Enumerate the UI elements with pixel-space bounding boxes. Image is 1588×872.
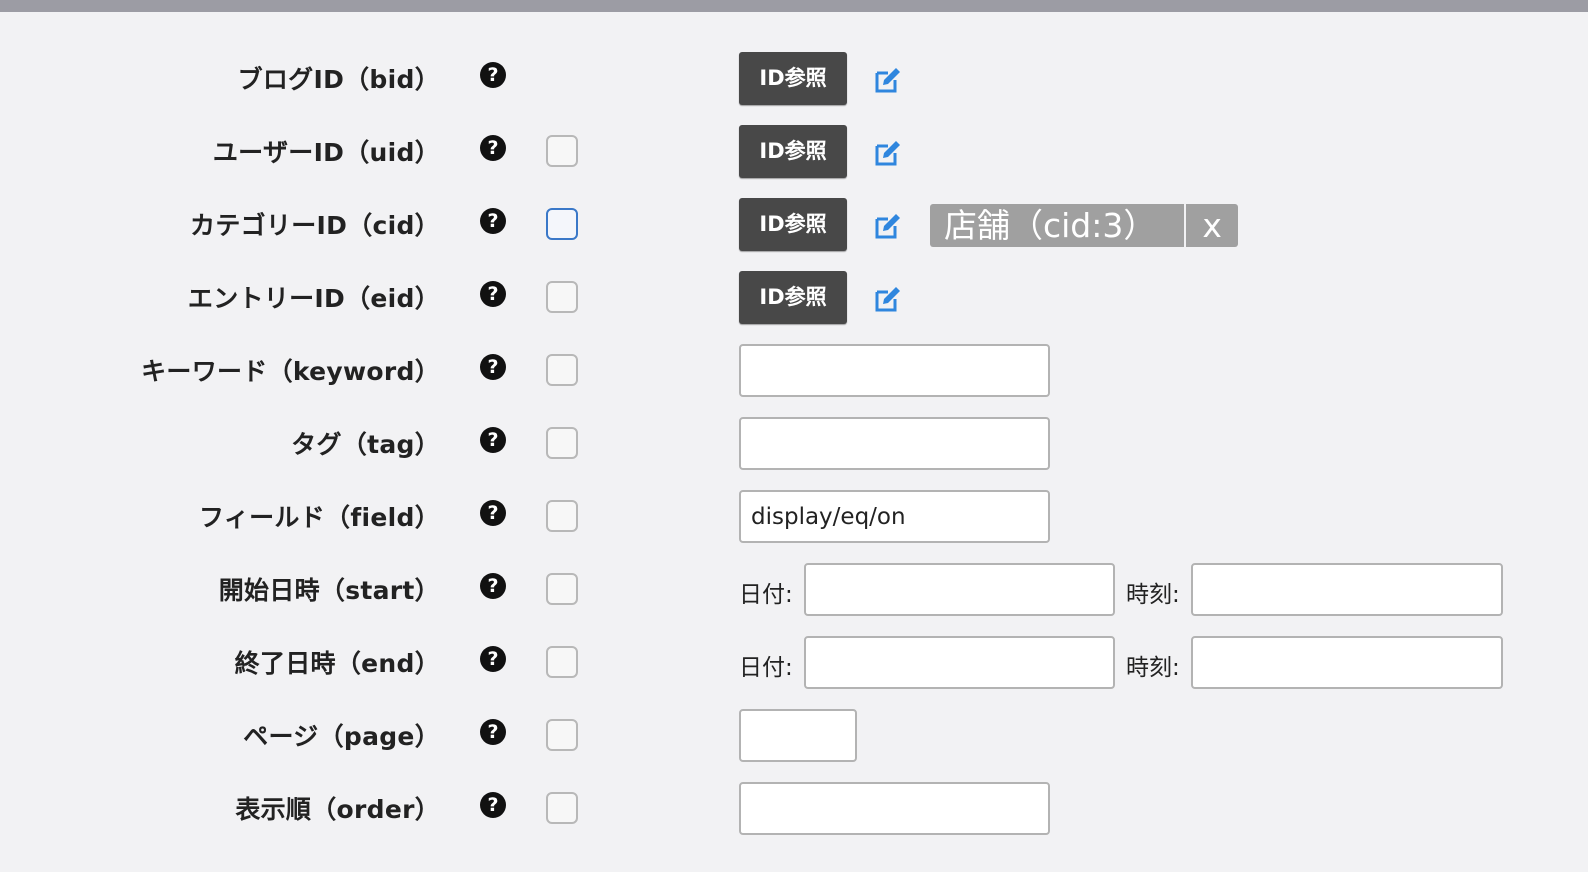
question-circle-icon[interactable]: ? bbox=[480, 646, 506, 672]
order-input[interactable] bbox=[739, 782, 1050, 835]
start-time-label: 時刻: bbox=[1126, 582, 1180, 608]
row-cid: カテゴリーID（cid） ? ID参照 店舗（cid:3） x bbox=[0, 198, 1588, 258]
remove-tag-button[interactable]: x bbox=[1184, 204, 1238, 247]
end-time-input[interactable] bbox=[1191, 636, 1503, 689]
field-label-cid: カテゴリーID（cid） bbox=[190, 211, 440, 240]
edit-pencil-icon[interactable] bbox=[874, 212, 902, 240]
keyword-input[interactable] bbox=[739, 344, 1050, 397]
row-tag: タグ（tag） ? bbox=[0, 417, 1588, 477]
field-label-page: ページ（page） bbox=[243, 722, 440, 751]
field-input[interactable] bbox=[739, 490, 1050, 543]
question-circle-icon[interactable]: ? bbox=[480, 135, 506, 161]
edit-pencil-icon[interactable] bbox=[874, 66, 902, 94]
id-reference-button-eid[interactable]: ID参照 bbox=[739, 271, 847, 324]
top-bar bbox=[0, 0, 1588, 12]
checkbox-uid[interactable] bbox=[546, 135, 578, 167]
question-circle-icon[interactable]: ? bbox=[480, 573, 506, 599]
question-circle-icon[interactable]: ? bbox=[480, 427, 506, 453]
start-time-input[interactable] bbox=[1191, 563, 1503, 616]
row-page: ページ（page） ? bbox=[0, 709, 1588, 769]
question-circle-icon[interactable]: ? bbox=[480, 719, 506, 745]
id-reference-button-cid[interactable]: ID参照 bbox=[739, 198, 847, 251]
id-reference-button-bid[interactable]: ID参照 bbox=[739, 52, 847, 105]
row-bid: ブログID（bid） ? ID参照 bbox=[0, 52, 1588, 112]
field-label-uid: ユーザーID（uid） bbox=[212, 138, 440, 167]
checkbox-page[interactable] bbox=[546, 719, 578, 751]
question-circle-icon[interactable]: ? bbox=[480, 500, 506, 526]
row-order: 表示順（order） ? bbox=[0, 782, 1588, 842]
field-label-end: 終了日時（end） bbox=[234, 649, 440, 678]
checkbox-eid[interactable] bbox=[546, 281, 578, 313]
page-input[interactable] bbox=[739, 709, 857, 762]
checkbox-tag[interactable] bbox=[546, 427, 578, 459]
checkbox-keyword[interactable] bbox=[546, 354, 578, 386]
edit-pencil-icon[interactable] bbox=[874, 285, 902, 313]
end-time-label: 時刻: bbox=[1126, 655, 1180, 681]
field-label-tag: タグ（tag） bbox=[291, 430, 440, 459]
edit-pencil-icon[interactable] bbox=[874, 139, 902, 167]
field-label-field: フィールド（field） bbox=[199, 503, 440, 532]
selected-category-label: 店舗（cid:3） bbox=[944, 206, 1157, 245]
question-circle-icon[interactable]: ? bbox=[480, 792, 506, 818]
end-date-input[interactable] bbox=[804, 636, 1115, 689]
checkbox-start[interactable] bbox=[546, 573, 578, 605]
id-reference-button-uid[interactable]: ID参照 bbox=[739, 125, 847, 178]
end-date-label: 日付: bbox=[739, 655, 793, 681]
tag-input[interactable] bbox=[739, 417, 1050, 470]
field-label-keyword: キーワード（keyword） bbox=[141, 357, 440, 386]
checkbox-field[interactable] bbox=[546, 500, 578, 532]
field-label-bid: ブログID（bid） bbox=[237, 65, 440, 94]
selected-category-tag: 店舗（cid:3） x bbox=[930, 204, 1238, 247]
row-end: 終了日時（end） ? 日付: 時刻: bbox=[0, 636, 1588, 696]
start-date-input[interactable] bbox=[804, 563, 1115, 616]
start-date-label: 日付: bbox=[739, 582, 793, 608]
question-circle-icon[interactable]: ? bbox=[480, 354, 506, 380]
row-uid: ユーザーID（uid） ? ID参照 bbox=[0, 125, 1588, 185]
row-field: フィールド（field） ? bbox=[0, 490, 1588, 550]
question-circle-icon[interactable]: ? bbox=[480, 62, 506, 88]
checkbox-end[interactable] bbox=[546, 646, 578, 678]
row-keyword: キーワード（keyword） ? bbox=[0, 344, 1588, 404]
field-label-start: 開始日時（start） bbox=[218, 576, 440, 605]
row-start: 開始日時（start） ? 日付: 時刻: bbox=[0, 563, 1588, 623]
field-label-order: 表示順（order） bbox=[235, 795, 440, 824]
question-circle-icon[interactable]: ? bbox=[480, 281, 506, 307]
checkbox-order[interactable] bbox=[546, 792, 578, 824]
row-eid: エントリーID（eid） ? ID参照 bbox=[0, 271, 1588, 331]
field-label-eid: エントリーID（eid） bbox=[187, 284, 440, 313]
checkbox-cid[interactable] bbox=[546, 208, 578, 240]
question-circle-icon[interactable]: ? bbox=[480, 208, 506, 234]
